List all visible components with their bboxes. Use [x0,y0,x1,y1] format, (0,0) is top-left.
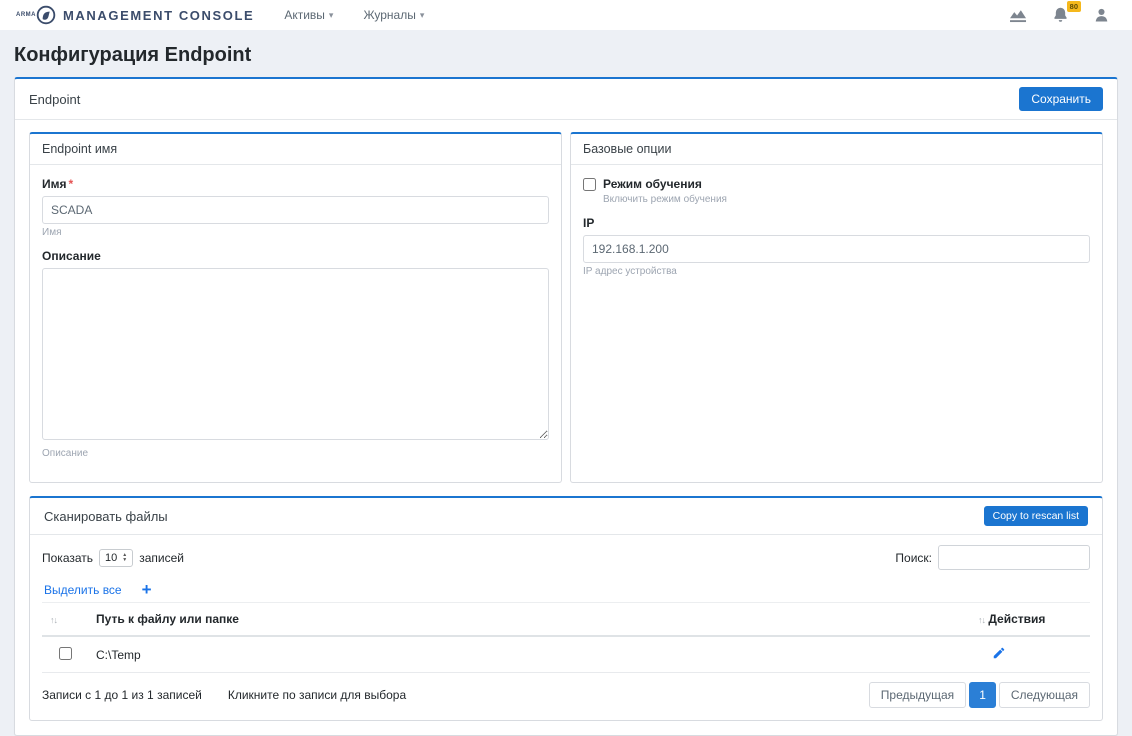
ip-input[interactable] [583,235,1090,263]
description-form-group: Описание Описание [42,249,549,459]
endpoint-card-header: Endpoint Сохранить [15,79,1117,120]
basic-options-panel-body: Режим обучения Включить режим обучения I… [571,165,1102,300]
notifications-bell-icon[interactable]: 80 [1052,6,1069,24]
previous-page-button[interactable]: Предыдущая [869,682,966,708]
row-checkbox-cell [42,636,88,673]
learning-mode-checkbox[interactable] [583,178,596,191]
sort-icon: ↑↓ [978,615,985,625]
table-footer-info: Записи с 1 до 1 из 1 записей Кликните по… [42,688,406,702]
name-input[interactable] [42,196,549,224]
page-length-control: Показать 10 ▲▼ записей [42,549,184,567]
next-page-button[interactable]: Следующая [999,682,1090,708]
edit-pencil-icon[interactable] [992,646,1006,663]
table-controls: Показать 10 ▲▼ записей Поиск: [42,545,1090,570]
page-size-select[interactable]: 10 ▲▼ [99,549,133,567]
row-select-hint-text: Кликните по записи для выбора [228,688,406,702]
page-size-value: 10 [105,552,117,564]
learning-mode-row: Режим обучения [583,177,1090,191]
endpoint-name-panel-title: Endpoint имя [30,134,561,165]
nav-item-label: Журналы [363,8,415,22]
copy-to-rescan-button[interactable]: Copy to rescan list [984,506,1088,526]
row-checkbox[interactable] [59,647,72,660]
description-textarea[interactable] [42,268,549,440]
ip-helper-text: IP адрес устройства [583,266,1090,277]
notification-badge: 80 [1067,1,1081,12]
name-helper-text: Имя [42,227,549,238]
caret-down-icon: ▾ [329,10,334,21]
name-form-group: Имя* Имя [42,177,549,238]
learning-mode-label: Режим обучения [603,177,702,191]
ip-form-group: IP IP адрес устройства [583,216,1090,277]
select-all-link[interactable]: Выделить все [44,583,122,597]
save-button[interactable]: Сохранить [1019,87,1103,111]
name-label: Имя* [42,177,549,191]
navbar-actions: 80 [1009,6,1116,24]
learning-mode-helper-text: Включить режим обучения [603,194,1090,205]
scan-files-body: Показать 10 ▲▼ записей Поиск: [30,535,1102,720]
table-toolbar: Выделить все + [42,581,1090,598]
nav-item-label: Активы [284,8,325,22]
scan-files-title: Сканировать файлы [44,509,168,524]
table-row[interactable]: C:\Temp [42,636,1090,673]
learning-mode-group: Режим обучения Включить режим обучения [583,177,1090,205]
endpoint-name-panel: Endpoint имя Имя* Имя Описание О [29,132,562,483]
top-navbar: ARMA MANAGEMENT CONSOLE Активы ▾ Журналы… [0,0,1132,30]
endpoint-card-title: Endpoint [29,92,80,107]
search-control: Поиск: [895,545,1090,570]
endpoint-name-panel-body: Имя* Имя Описание Описание [30,165,561,482]
endpoint-card-body: Endpoint имя Имя* Имя Описание О [15,120,1117,735]
actions-column-header[interactable]: ↑↓ Действия [970,603,1090,637]
search-input[interactable] [938,545,1090,570]
user-profile-icon[interactable] [1093,7,1110,24]
records-info-text: Записи с 1 до 1 из 1 записей [42,688,202,702]
page-title: Конфигурация Endpoint [14,44,1118,67]
nav-item-assets[interactable]: Активы ▾ [284,8,333,22]
row-path-cell: C:\Temp [88,636,970,673]
scan-files-panel: Сканировать файлы Copy to rescan list По… [29,496,1103,721]
nav-item-logs[interactable]: Журналы ▾ [363,8,424,22]
table-header-row: ↑↓ Путь к файлу или папке ↑↓ Действия [42,603,1090,637]
caret-down-icon: ▾ [420,10,425,21]
sort-column-header[interactable]: ↑↓ [42,603,88,637]
actions-column-label: Действия [988,612,1045,626]
ip-label: IP [583,216,1090,230]
sort-icon: ↑↓ [50,615,57,625]
records-label: записей [139,551,184,565]
scan-files-header: Сканировать файлы Copy to rescan list [30,498,1102,535]
brand-title: MANAGEMENT CONSOLE [63,8,254,23]
path-column-header[interactable]: Путь к файлу или папке [88,603,970,637]
basic-options-panel: Базовые опции Режим обучения Включить ре… [570,132,1103,483]
scan-files-table: ↑↓ Путь к файлу или папке ↑↓ Действия [42,602,1090,673]
statistics-icon[interactable] [1009,7,1028,23]
description-label: Описание [42,249,549,263]
brand-prefix: ARMA [16,12,36,18]
nav-menu: Активы ▾ Журналы ▾ [284,8,424,22]
search-label: Поиск: [895,551,932,565]
arma-logo-icon [36,5,56,25]
page-content: Конфигурация Endpoint Endpoint Сохранить… [0,44,1132,736]
basic-options-panel-title: Базовые опции [571,134,1102,165]
description-helper-text: Описание [42,448,549,459]
table-footer: Записи с 1 до 1 из 1 записей Кликните по… [42,682,1090,708]
add-path-button[interactable]: + [142,581,152,598]
pagination: Предыдущая 1 Следующая [869,682,1090,708]
name-label-text: Имя [42,177,67,191]
page-number-button[interactable]: 1 [969,682,996,708]
select-arrows-icon: ▲▼ [122,553,127,563]
brand[interactable]: ARMA MANAGEMENT CONSOLE [16,5,254,25]
endpoint-card: Endpoint Сохранить Endpoint имя Имя* Имя [14,77,1118,736]
required-asterisk: * [69,177,74,191]
show-label: Показать [42,551,93,565]
panels-row: Endpoint имя Имя* Имя Описание О [29,132,1103,483]
row-actions-cell [970,636,1090,673]
